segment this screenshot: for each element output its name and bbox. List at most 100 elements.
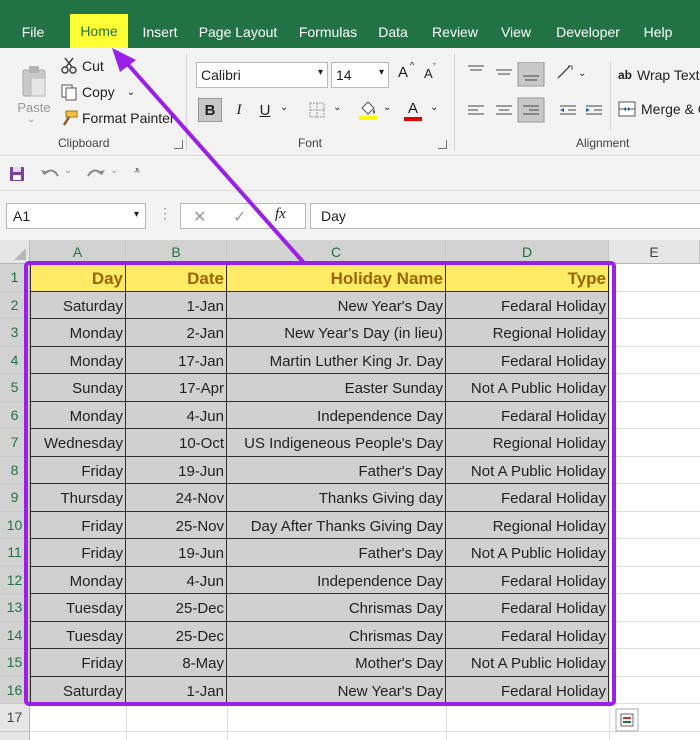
formula-input[interactable]: Day — [310, 203, 700, 229]
redo-icon[interactable] — [84, 166, 106, 182]
table-cell[interactable]: 4-Jun — [126, 401, 227, 429]
table-cell[interactable]: Chrismas Day — [227, 621, 446, 649]
save-icon[interactable] — [9, 166, 25, 182]
table-cell[interactable]: Tuesday — [30, 621, 126, 649]
tab-page-layout[interactable]: Page Layout — [192, 12, 284, 46]
tab-data[interactable]: Data — [372, 12, 414, 46]
table-cell[interactable]: Thursday — [30, 484, 126, 512]
table-header-cell[interactable]: Date — [126, 264, 227, 292]
row-header-1[interactable]: 1 — [0, 264, 30, 292]
table-cell[interactable]: Fedaral Holiday — [446, 291, 609, 319]
row-header-8[interactable]: 8 — [0, 456, 30, 484]
table-cell[interactable]: Saturday — [30, 291, 126, 319]
copy-button[interactable]: Copy ⌄ — [60, 82, 135, 102]
font-color-dropdown-icon[interactable]: ⌄ — [430, 102, 438, 113]
table-cell[interactable]: 1-Jan — [126, 291, 227, 319]
table-cell[interactable]: Fedaral Holiday — [446, 676, 609, 704]
table-cell[interactable]: Sunday — [30, 374, 126, 402]
table-cell[interactable]: Fedaral Holiday — [446, 401, 609, 429]
tab-home[interactable]: Home — [70, 14, 128, 48]
font-launcher-icon[interactable] — [438, 140, 447, 149]
row-header-16[interactable]: 16 — [0, 676, 30, 704]
table-cell[interactable]: 10-Oct — [126, 429, 227, 457]
table-cell[interactable]: Thanks Giving day — [227, 484, 446, 512]
table-cell[interactable]: Monday — [30, 401, 126, 429]
table-cell[interactable]: Mother's Day — [227, 649, 446, 677]
table-cell[interactable]: Chrismas Day — [227, 594, 446, 622]
table-cell[interactable]: Independence Day — [227, 401, 446, 429]
orientation-dropdown-icon[interactable]: ⌄ — [578, 68, 586, 79]
table-cell[interactable]: 25-Dec — [126, 621, 227, 649]
quick-analysis-icon[interactable] — [615, 708, 639, 732]
table-cell[interactable]: Regional Holiday — [446, 319, 609, 347]
table-cell[interactable]: 19-Jun — [126, 456, 227, 484]
tab-insert[interactable]: Insert — [136, 12, 184, 46]
table-cell[interactable]: Friday — [30, 511, 126, 539]
table-cell[interactable]: Monday — [30, 566, 126, 594]
tab-view[interactable]: View — [494, 12, 538, 46]
row-header-12[interactable]: 12 — [0, 566, 30, 594]
table-cell[interactable]: Friday — [30, 539, 126, 567]
table-cell[interactable]: Fedaral Holiday — [446, 566, 609, 594]
fill-color-dropdown-icon[interactable]: ⌄ — [383, 102, 391, 113]
table-cell[interactable]: Not A Public Holiday — [446, 374, 609, 402]
table-cell[interactable]: Friday — [30, 649, 126, 677]
table-cell[interactable]: Not A Public Holiday — [446, 649, 609, 677]
table-cell[interactable]: US Indigeneous People's Day — [227, 429, 446, 457]
table-cell[interactable]: New Year's Day (in lieu) — [227, 319, 446, 347]
row-header-3[interactable]: 3 — [0, 319, 30, 347]
row-header-2[interactable]: 2 — [0, 291, 30, 319]
table-cell[interactable]: Fedaral Holiday — [446, 346, 609, 374]
table-header-cell[interactable]: Holiday Name — [227, 264, 446, 292]
row-header-5[interactable]: 5 — [0, 374, 30, 402]
borders-dropdown-icon[interactable]: ⌄ — [333, 102, 341, 113]
table-cell[interactable]: Fedaral Holiday — [446, 594, 609, 622]
shrink-font-button[interactable]: A — [424, 66, 433, 81]
row-header-17[interactable]: 17 — [0, 704, 30, 732]
fx-icon[interactable]: fx — [275, 206, 286, 223]
merge-center-button[interactable]: Merge & C — [618, 98, 700, 120]
table-header-cell[interactable]: Day — [30, 264, 126, 292]
table-cell[interactable]: Regional Holiday — [446, 511, 609, 539]
table-cell[interactable]: Saturday — [30, 676, 126, 704]
row-header-14[interactable]: 14 — [0, 621, 30, 649]
table-cell[interactable]: New Year's Day — [227, 676, 446, 704]
column-header-a[interactable]: A — [30, 240, 126, 264]
table-cell[interactable]: Monday — [30, 346, 126, 374]
table-header-cell[interactable]: Type — [446, 264, 609, 292]
fill-color-button[interactable] — [356, 96, 380, 124]
alignment-buttons[interactable] — [464, 62, 612, 132]
table-cell[interactable]: Easter Sunday — [227, 374, 446, 402]
font-size-select[interactable]: 14 ▾ — [331, 62, 389, 88]
table-cell[interactable]: Not A Public Holiday — [446, 456, 609, 484]
row-header-9[interactable]: 9 — [0, 484, 30, 512]
row-header-6[interactable]: 6 — [0, 401, 30, 429]
table-cell[interactable]: 19-Jun — [126, 539, 227, 567]
tab-file[interactable]: File — [10, 12, 56, 46]
table-cell[interactable]: 4-Jun — [126, 566, 227, 594]
format-painter-button[interactable]: Format Painter — [60, 108, 175, 128]
tab-review[interactable]: Review — [424, 12, 486, 46]
table-cell[interactable]: Fedaral Holiday — [446, 484, 609, 512]
name-box[interactable]: A1 ▾ — [6, 203, 146, 229]
underline-button[interactable]: U — [254, 98, 276, 122]
row-header-13[interactable]: 13 — [0, 594, 30, 622]
customize-toolbar-icon[interactable]: ⩡ — [134, 165, 140, 178]
table-cell[interactable]: Monday — [30, 319, 126, 347]
font-color-button[interactable]: A — [402, 96, 424, 124]
tab-help[interactable]: Help — [636, 12, 680, 46]
borders-button[interactable] — [306, 98, 328, 122]
table-cell[interactable]: Tuesday — [30, 594, 126, 622]
table-cell[interactable]: Wednesday — [30, 429, 126, 457]
underline-dropdown-icon[interactable]: ⌄ — [280, 102, 288, 113]
table-cell[interactable]: 25-Dec — [126, 594, 227, 622]
table-cell[interactable]: New Year's Day — [227, 291, 446, 319]
cancel-icon[interactable]: ✕ — [193, 207, 206, 227]
italic-button[interactable]: I — [228, 98, 250, 122]
clipboard-launcher-icon[interactable] — [174, 140, 183, 149]
table-cell[interactable]: Not A Public Holiday — [446, 539, 609, 567]
row-header-18[interactable]: 18 — [0, 731, 30, 740]
wrap-text-button[interactable]: ab Wrap Text — [618, 64, 700, 86]
copy-dropdown-icon[interactable]: ⌄ — [127, 87, 135, 98]
table-cell[interactable]: 17-Jan — [126, 346, 227, 374]
